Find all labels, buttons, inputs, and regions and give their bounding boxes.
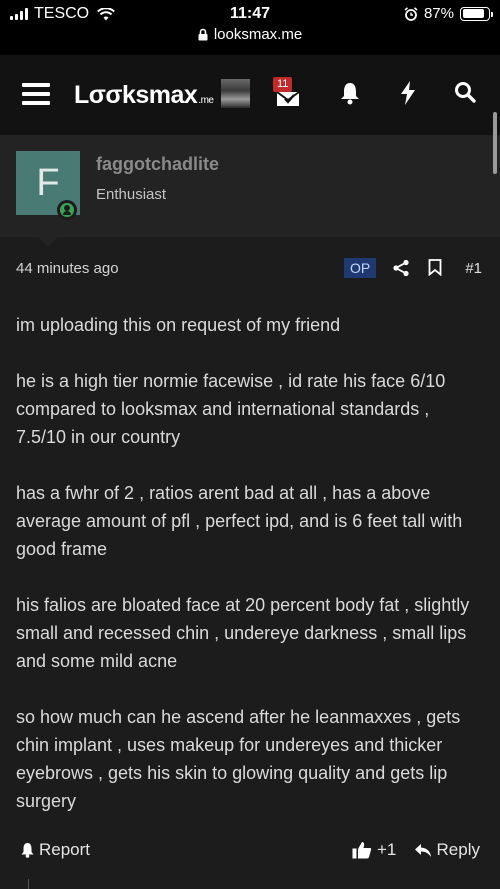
search-icon[interactable] <box>454 81 476 103</box>
battery-icon <box>460 6 493 21</box>
like-button[interactable]: +1 <box>352 840 396 860</box>
forum-post: F faggotchadlite Enthusiast 44 minutes a… <box>0 135 500 889</box>
battery-percent: 87% <box>423 5 454 22</box>
share-icon[interactable] <box>392 259 410 277</box>
post-paragraph: im uploading this on request of my frien… <box>16 315 341 335</box>
post-footer: Report +1 Reply <box>16 835 484 865</box>
report-label: Report <box>39 840 91 859</box>
menu-icon[interactable] <box>22 83 50 110</box>
logo-text: Lσσksmax <box>74 81 198 109</box>
lock-icon <box>198 28 208 41</box>
header-pointer <box>38 237 58 247</box>
reply-arrow-icon <box>414 843 431 857</box>
status-right: 87% <box>404 5 493 22</box>
bookmark-icon[interactable] <box>428 259 442 276</box>
address-bar[interactable]: looksmax.me <box>0 26 500 43</box>
divider <box>28 879 29 889</box>
post-paragraph: he is a high tier normie facewise , id r… <box>16 371 446 447</box>
site-navbar: Lσσksmax.me 11 <box>0 55 500 135</box>
post-paragraph: his falios are bloated face at 20 percen… <box>16 595 470 671</box>
inbox-count-badge: 11 <box>273 77 293 92</box>
thumbs-up-icon <box>352 842 372 859</box>
report-button[interactable]: Report <box>20 840 90 860</box>
battery-level <box>462 9 485 18</box>
user-title: Enthusiast <box>96 186 167 203</box>
post-author-header: F faggotchadlite Enthusiast <box>0 135 500 247</box>
post-meta: 44 minutes ago OP #1 <box>16 253 484 281</box>
post-timestamp[interactable]: 44 minutes ago <box>16 260 119 277</box>
op-badge: OP <box>344 258 377 278</box>
like-count: +1 <box>377 840 397 859</box>
bell-icon[interactable] <box>339 81 361 105</box>
online-status-icon <box>57 200 77 220</box>
status-bar: TESCO 11:47 looksmax.me 87% <box>0 0 500 55</box>
bell-report-icon <box>21 843 34 858</box>
username[interactable]: faggotchadlite <box>96 154 219 175</box>
site-logo[interactable]: Lσσksmax.me <box>74 81 214 110</box>
lightning-icon[interactable] <box>399 81 417 105</box>
post-paragraph: has a fwhr of 2 , ratios arent bad at al… <box>16 483 463 559</box>
post-paragraph: so how much can he ascend after he leanm… <box>16 707 461 811</box>
reply-button[interactable]: Reply <box>414 840 480 860</box>
alarm-icon <box>404 6 418 21</box>
post-number[interactable]: #1 <box>465 260 482 277</box>
post-body: im uploading this on request of my frien… <box>16 311 484 843</box>
url-text: looksmax.me <box>213 26 303 43</box>
reply-label: Reply <box>436 840 480 859</box>
scrollbar[interactable] <box>493 112 497 174</box>
logo-suffix: .me <box>198 95 214 106</box>
account-avatar[interactable] <box>221 79 250 108</box>
